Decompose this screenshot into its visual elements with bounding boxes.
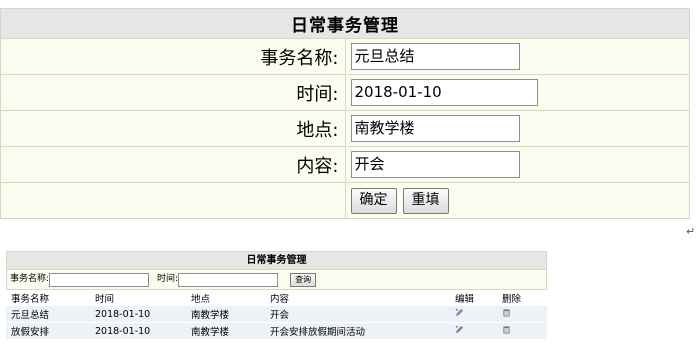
cell-content: 开会 [265, 306, 450, 323]
form-row-actions: 确定 重填 [0, 182, 690, 219]
cell-delete [497, 306, 547, 323]
query-button[interactable]: 查询 [290, 272, 317, 287]
confirm-button[interactable]: 确定 [350, 187, 397, 214]
form-row-time: 时间: 2018-01-10 [0, 74, 690, 111]
field-label-place: 地点: [0, 110, 346, 147]
actions-label-cell [0, 182, 346, 219]
col-header-place: 地点 [186, 290, 265, 306]
content-input[interactable]: 开会 [350, 151, 520, 178]
cell-place: 南教学楼 [186, 322, 265, 340]
cell-content: 开会安排放假期间活动 [265, 322, 450, 340]
cell-place: 南教学楼 [186, 306, 265, 323]
col-header-content: 内容 [265, 290, 450, 306]
cell-name: 放假安排 [6, 322, 90, 340]
affair-form: 日常事务管理 事务名称: 元旦总结 时间: 2018-01-10 地点: 南教学… [0, 8, 690, 219]
col-header-name: 事务名称 [6, 290, 90, 306]
time-input[interactable]: 2018-01-10 [350, 79, 538, 106]
cell-delete [497, 322, 547, 340]
form-row-content: 内容: 开会 [0, 146, 690, 183]
search-bar: 事务名称: 时间: 查询 [6, 270, 547, 290]
field-label-name: 事务名称: [0, 38, 346, 75]
edit-icon[interactable] [455, 308, 464, 317]
form-table: 日常事务管理 事务名称: 元旦总结 时间: 2018-01-10 地点: 南教学… [0, 8, 690, 219]
search-name-input[interactable] [49, 272, 150, 287]
search-time-input[interactable] [178, 272, 279, 287]
col-header-time: 时间 [90, 290, 186, 306]
field-label-time: 时间: [0, 74, 346, 111]
form-title: 日常事务管理 [0, 8, 690, 39]
edit-icon[interactable] [455, 325, 464, 334]
cell-time: 2018-01-10 [90, 306, 186, 323]
form-row-name: 事务名称: 元旦总结 [0, 38, 690, 75]
col-header-edit: 编辑 [450, 290, 497, 306]
table-row: 元旦总结 2018-01-10 南教学楼 开会 [6, 306, 547, 323]
list-title: 日常事务管理 [6, 251, 547, 270]
affair-table: 事务名称 时间 地点 内容 编辑 删除 元旦总结 2018-01-10 南教学楼… [6, 290, 547, 340]
field-label-content: 内容: [0, 146, 346, 183]
return-mark: ↵ [686, 225, 696, 238]
trash-icon[interactable] [502, 325, 511, 334]
table-header-row: 事务名称 时间 地点 内容 编辑 删除 [6, 290, 547, 306]
col-header-delete: 删除 [497, 290, 547, 306]
cell-time: 2018-01-10 [90, 322, 186, 340]
cell-name: 元旦总结 [6, 306, 90, 323]
table-row: 放假安排 2018-01-10 南教学楼 开会安排放假期间活动 [6, 322, 547, 340]
form-row-place: 地点: 南教学楼 [0, 110, 690, 147]
search-name-label: 事务名称: [10, 274, 50, 284]
place-input[interactable]: 南教学楼 [350, 115, 520, 142]
search-time-label: 时间: [157, 274, 179, 284]
affair-list-panel: 日常事务管理 事务名称: 时间: 查询 事务名称 时间 地点 内容 编辑 删除 … [6, 251, 547, 340]
trash-icon[interactable] [502, 308, 511, 317]
name-input[interactable]: 元旦总结 [350, 43, 520, 70]
cell-edit [450, 322, 497, 340]
reset-button[interactable]: 重填 [402, 187, 449, 214]
cell-edit [450, 306, 497, 323]
